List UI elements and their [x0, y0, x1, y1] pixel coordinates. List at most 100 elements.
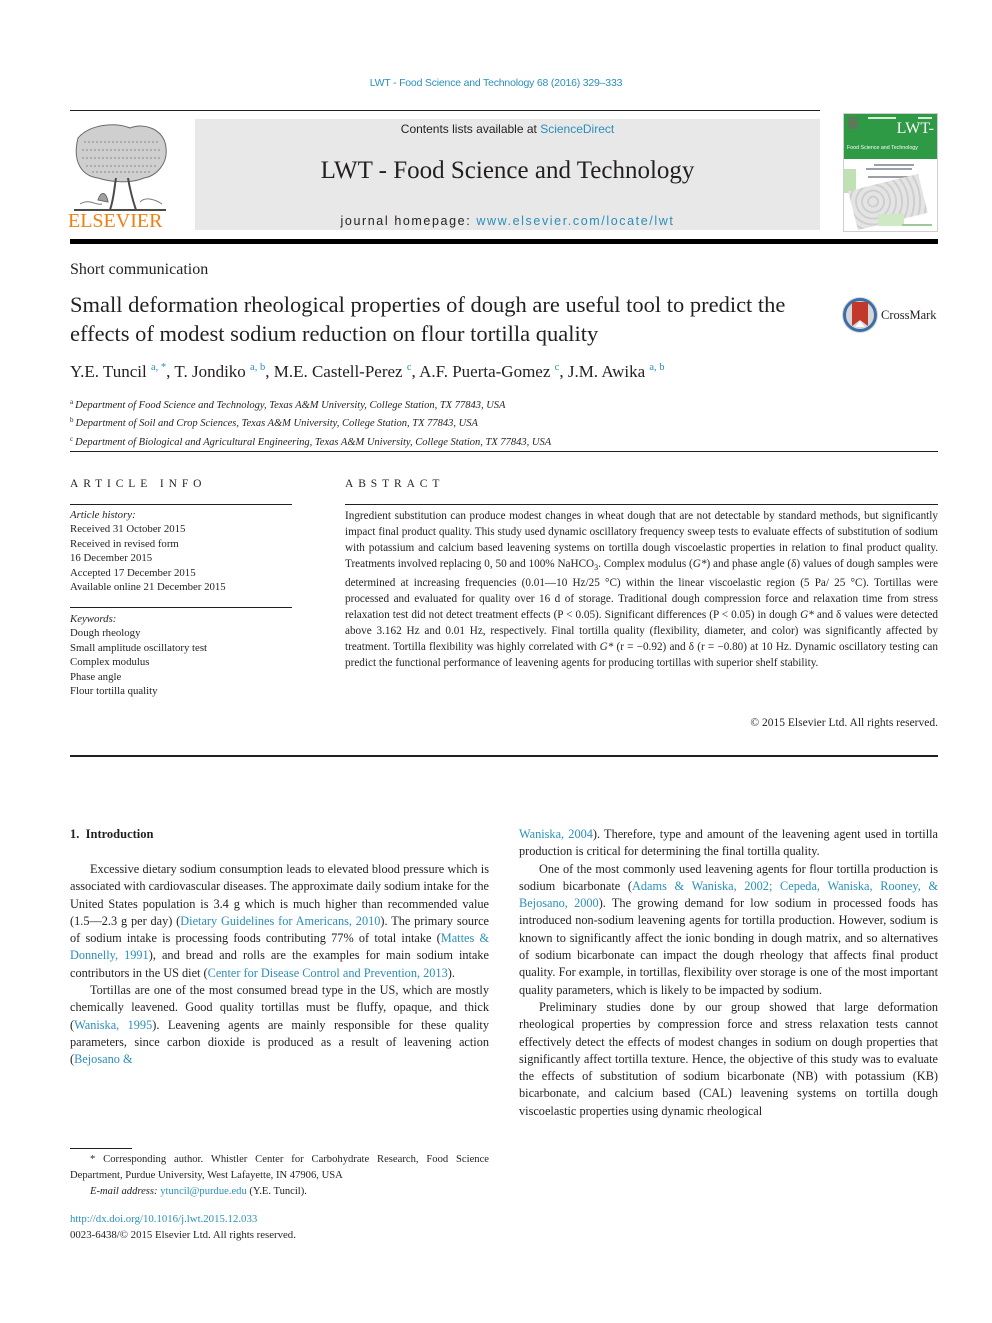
- article-history-item: Available online 21 December 2015: [70, 581, 226, 594]
- issn-copyright: 0023-6438/© 2015 Elsevier Ltd. All right…: [70, 1229, 296, 1241]
- citation-link[interactable]: Waniska, 1995: [74, 1018, 152, 1032]
- affiliation-item: b Department of Soil and Crop Sciences, T…: [70, 413, 551, 431]
- affiliation-text: Department of Biological and Agricultura…: [75, 436, 552, 448]
- author[interactable]: M.E. Castell-Perez c: [274, 362, 412, 381]
- affiliation-text: Department of Food Science and Technolog…: [75, 400, 506, 411]
- abstract-heading: ABSTRACT: [345, 478, 445, 490]
- article-history-item: 16 December 2015: [70, 552, 153, 565]
- body-paragraph: One of the most commonly used leavening …: [519, 861, 938, 999]
- cover-elsevier-mini-icon: [848, 117, 858, 129]
- author-affiliation-marker[interactable]: a, b: [649, 362, 664, 373]
- article-history-item: Received in revised form: [70, 537, 179, 550]
- abstract-text: Ingredient substitution can produce mode…: [345, 509, 938, 672]
- keyword-item: Small amplitude oscillatory test: [70, 641, 208, 654]
- abstract-symbol: G*: [692, 557, 707, 570]
- author-name[interactable]: T. Jondiko: [174, 362, 245, 381]
- cover-issue-line: [868, 117, 896, 119]
- cover-subtitle: Food Science and Technology: [847, 145, 918, 151]
- email-label: E-mail address:: [90, 1186, 158, 1197]
- author[interactable]: Y.E. Tuncil a, *: [70, 362, 166, 381]
- body-paragraph: Excessive dietary sodium consumption lea…: [70, 861, 489, 982]
- citation-link[interactable]: Waniska, 2004: [519, 827, 593, 841]
- affiliation-item: a Department of Food Science and Technolo…: [70, 395, 551, 413]
- cover-text-line: [866, 168, 912, 170]
- journal-cover-thumbnail[interactable]: LWT- Food Science and Technology: [843, 113, 938, 232]
- article-history: Article history: Received 31 October 201…: [70, 508, 226, 594]
- running-head[interactable]: LWT - Food Science and Technology 68 (20…: [0, 77, 992, 89]
- keyword-item: Flour tortilla quality: [70, 685, 158, 698]
- body-paragraph: Tortillas are one of the most consumed b…: [70, 982, 489, 1068]
- author[interactable]: A.F. Puerta-Gomez c: [419, 362, 559, 381]
- cover-issn-line: [918, 117, 932, 119]
- footnote-marker: *: [90, 1154, 96, 1165]
- abstract-copyright: © 2015 Elsevier Ltd. All rights reserved…: [750, 717, 938, 729]
- keyword-item: Phase angle: [70, 670, 122, 683]
- cover-text-line: [874, 164, 914, 166]
- author-affiliation-marker[interactable]: a, b: [250, 362, 265, 373]
- article-history-label: Article history:: [70, 509, 136, 521]
- header-thick-rule: [70, 239, 938, 244]
- affiliations: a Department of Food Science and Technolo…: [70, 395, 551, 450]
- contents-prefix: Contents lists available at: [400, 122, 541, 136]
- author-affiliation-marker[interactable]: c: [555, 362, 560, 373]
- journal-title: LWT - Food Science and Technology: [320, 157, 695, 184]
- author[interactable]: J.M. Awika a, b: [568, 362, 665, 381]
- body-rule: [70, 755, 938, 757]
- article-title: Small deformation rheological properties…: [70, 292, 786, 346]
- body-text: Preliminary studies done by our group sh…: [519, 999, 938, 1118]
- abstract-rule: [345, 504, 938, 505]
- footnote-text: Corresponding author. Whistler Center fo…: [70, 1154, 489, 1181]
- abstract-symbol: G*: [800, 608, 814, 621]
- author-affiliation-marker[interactable]: a, *: [151, 362, 166, 373]
- homepage-prefix: journal homepage:: [340, 214, 477, 228]
- email-link[interactable]: ytuncil@purdue.edu: [160, 1186, 247, 1197]
- article-history-item: Received 31 October 2015: [70, 523, 186, 536]
- author[interactable]: T. Jondiko a, b: [174, 362, 265, 381]
- article-info-rule: [70, 504, 292, 505]
- author-list: Y.E. Tuncil a, *, T. Jondiko a, b, M.E. …: [70, 362, 665, 381]
- affiliation-rule: [70, 451, 938, 452]
- doi-block: http://dx.doi.org/10.1016/j.lwt.2015.12.…: [70, 1211, 296, 1243]
- author-affiliation-marker[interactable]: c: [407, 362, 412, 373]
- homepage-link[interactable]: www.elsevier.com/locate/lwt: [476, 214, 674, 228]
- elsevier-wordmark: ELSEVIER: [68, 210, 163, 232]
- affiliation-text: Department of Soil and Crop Sciences, Te…: [75, 418, 478, 430]
- abstract-span: . Complex modulus (: [598, 557, 693, 570]
- citation-link[interactable]: Center for Disease Control and Preventio…: [208, 966, 448, 980]
- author-name[interactable]: M.E. Castell-Perez: [274, 362, 403, 381]
- article-info-heading: ARTICLE INFO: [70, 478, 207, 490]
- body-column-left: Excessive dietary sodium consumption lea…: [70, 861, 489, 1069]
- author-name[interactable]: Y.E. Tuncil: [70, 362, 147, 381]
- affiliation-key: b: [70, 416, 74, 425]
- article-history-item: Accepted 17 December 2015: [70, 566, 196, 579]
- crossmark-icon: [842, 297, 878, 333]
- citation-link[interactable]: Dietary Guidelines for Americans, 2010: [180, 914, 380, 928]
- body-column-right: Waniska, 2004). Therefore, type and amou…: [519, 826, 938, 1120]
- author-name[interactable]: J.M. Awika: [568, 362, 645, 381]
- abstract-symbol: G*: [599, 640, 614, 653]
- body-text: ).: [447, 965, 455, 980]
- cover-hex-shape: [878, 214, 904, 226]
- keywords-list: Dough rheology Small amplitude oscillator…: [70, 626, 207, 698]
- body-text: ). The growing demand for low sodium in …: [519, 896, 939, 997]
- email-suffix: (Y.E. Tuncil).: [246, 1186, 307, 1197]
- keywords-label: Keywords:: [70, 613, 117, 625]
- citation-link[interactable]: Bejosano &: [74, 1052, 132, 1066]
- section-heading-introduction: 1. Introduction: [70, 827, 154, 841]
- keyword-item: Complex modulus: [70, 656, 150, 669]
- author-name[interactable]: A.F. Puerta-Gomez: [419, 362, 550, 381]
- journal-masthead: Contents lists available at ScienceDirec…: [195, 119, 820, 230]
- keywords-block: Keywords: Dough rheology Small amplitude …: [70, 612, 207, 698]
- body-paragraph: Waniska, 2004). Therefore, type and amou…: [519, 826, 938, 861]
- doi-link[interactable]: http://dx.doi.org/10.1016/j.lwt.2015.12.…: [70, 1213, 257, 1225]
- affiliation-item: c Department of Biological and Agricultur…: [70, 432, 551, 450]
- cover-title: LWT-: [896, 120, 934, 137]
- crossmark-label: CrossMark: [881, 308, 937, 322]
- sciencedirect-link[interactable]: ScienceDirect: [540, 122, 614, 136]
- body-paragraph: Preliminary studies done by our group sh…: [519, 999, 938, 1120]
- crossmark-button[interactable]: CrossMark: [841, 296, 941, 336]
- homepage-line: journal homepage: www.elsevier.com/locat…: [195, 214, 820, 228]
- keywords-rule: [70, 607, 292, 608]
- corresponding-author-footnote: * Corresponding author. Whistler Center …: [70, 1152, 489, 1200]
- contents-line: Contents lists available at ScienceDirec…: [195, 122, 820, 136]
